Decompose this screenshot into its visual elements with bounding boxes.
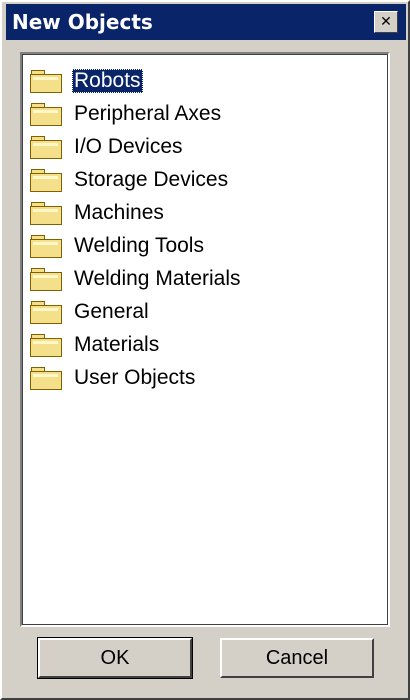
tree-item-peripheral-axes[interactable]: Peripheral Axes: [30, 97, 388, 130]
tree-item-robots[interactable]: Robots: [30, 64, 388, 97]
object-tree[interactable]: Robots Peripheral Axes I/O Devices Stora…: [20, 52, 390, 627]
tree-item-general[interactable]: General: [30, 295, 388, 328]
tree-item-materials[interactable]: Materials: [30, 328, 388, 361]
tree-item-machines[interactable]: Machines: [30, 196, 388, 229]
tree-item-storage-devices[interactable]: Storage Devices: [30, 163, 388, 196]
new-objects-dialog: New Objects ✕ Robots Peripheral Axes I/O…: [0, 0, 410, 700]
tree-item-label: Welding Tools: [74, 233, 204, 257]
tree-item-label: Welding Materials: [74, 266, 241, 290]
folder-icon: [30, 234, 62, 258]
folder-icon: [30, 102, 62, 126]
tree-item-label: Materials: [74, 332, 160, 356]
ok-button[interactable]: OK: [37, 637, 193, 679]
tree-item-welding-materials[interactable]: Welding Materials: [30, 262, 388, 295]
tree-item-label: User Objects: [74, 365, 196, 389]
folder-icon: [30, 300, 62, 324]
tree-item-label: Peripheral Axes: [74, 101, 222, 125]
window-title: New Objects: [12, 10, 153, 34]
folder-icon: [30, 366, 62, 390]
close-button[interactable]: ✕: [374, 11, 398, 33]
close-icon: ✕: [380, 14, 392, 30]
folder-icon: [30, 201, 62, 225]
tree-item-label: Machines: [74, 200, 164, 224]
folder-icon: [30, 135, 62, 159]
tree-item-label: I/O Devices: [74, 134, 183, 158]
tree-item-label: Storage Devices: [74, 167, 229, 191]
folder-icon: [30, 69, 62, 93]
tree-item-welding-tools[interactable]: Welding Tools: [30, 229, 388, 262]
folder-icon: [30, 168, 62, 192]
folder-icon: [30, 267, 62, 291]
folder-icon: [30, 333, 62, 357]
cancel-button[interactable]: Cancel: [220, 638, 374, 678]
title-bar[interactable]: New Objects ✕: [6, 4, 406, 40]
tree-item-label: General: [74, 299, 149, 323]
tree-item-io-devices[interactable]: I/O Devices: [30, 130, 388, 163]
tree-item-user-objects[interactable]: User Objects: [30, 361, 388, 394]
tree-item-label: Robots: [72, 68, 143, 93]
